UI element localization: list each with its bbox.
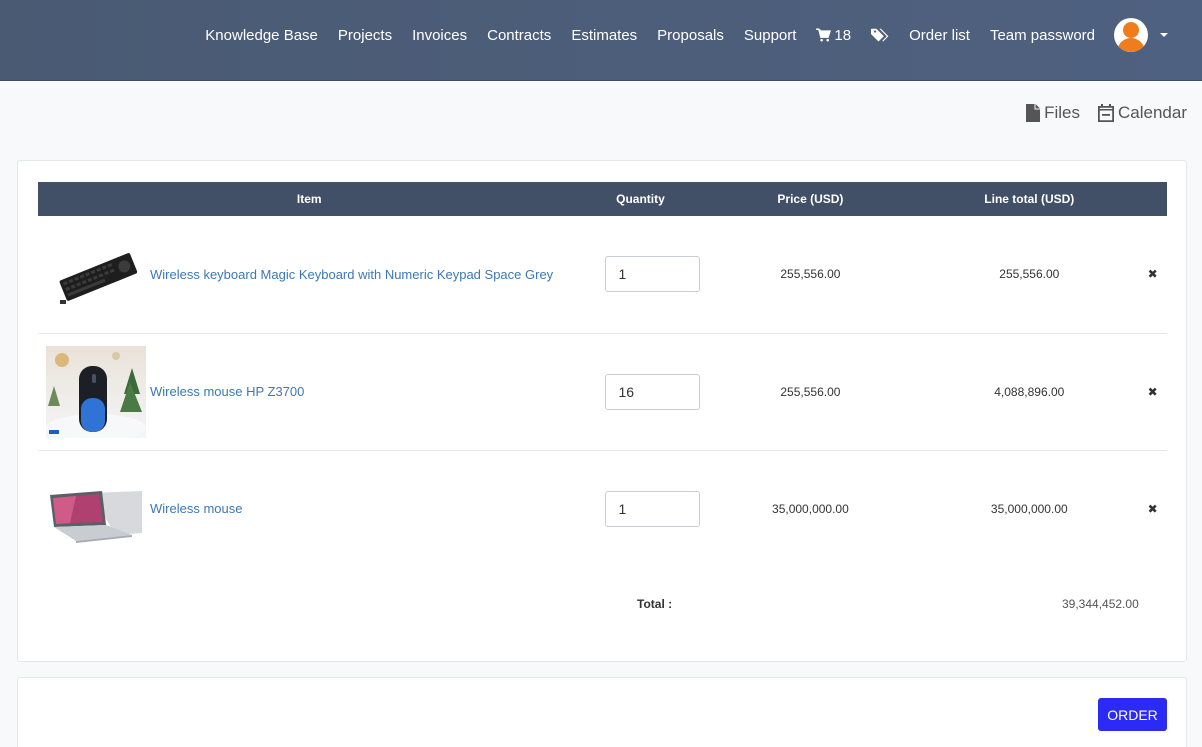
remove-icon[interactable]: ✖ bbox=[1138, 333, 1167, 451]
keyboard-image[interactable] bbox=[46, 228, 146, 321]
header-quantity: Quantity bbox=[580, 182, 701, 216]
remove-icon[interactable]: ✖ bbox=[1138, 216, 1167, 334]
nav-contracts[interactable]: Contracts bbox=[487, 27, 551, 44]
nav-items: Knowledge Base Projects Invoices Contrac… bbox=[205, 0, 1202, 70]
order-button[interactable]: ORDER bbox=[1098, 698, 1167, 731]
mouse-image[interactable] bbox=[46, 345, 146, 442]
laptop-image[interactable] bbox=[46, 462, 146, 555]
price-cell: 35,000,000.00 bbox=[772, 501, 849, 516]
item-name-link[interactable]: Wireless keyboard Magic Keyboard with Nu… bbox=[150, 267, 553, 282]
total-value: 39,344,452.00 bbox=[1062, 597, 1139, 611]
nav-projects[interactable]: Projects bbox=[338, 27, 392, 44]
table-row: Wireless mouse HP Z3700 255,556.00 4,088… bbox=[38, 333, 1167, 451]
line-total-cell: 35,000,000.00 bbox=[990, 501, 1068, 516]
top-navbar: Knowledge Base Projects Invoices Contrac… bbox=[0, 0, 1202, 81]
nav-proposals[interactable]: Proposals bbox=[657, 27, 724, 44]
calendar-label: Calendar bbox=[1118, 103, 1187, 122]
nav-tags[interactable] bbox=[871, 28, 889, 43]
table-row: Wireless mouse 35,000,000.00 35,000,000.… bbox=[38, 450, 1167, 567]
line-total-cell: 255,556.00 bbox=[920, 216, 1139, 334]
nav-team-password[interactable]: Team password bbox=[990, 27, 1095, 44]
item-cell: Wireless mouse HP Z3700 bbox=[38, 345, 580, 442]
calendar-link[interactable]: Calendar bbox=[1098, 103, 1187, 123]
price-cell: 255,556.00 bbox=[700, 216, 921, 334]
user-menu[interactable] bbox=[1114, 18, 1168, 52]
item-cell: Wireless mouse bbox=[38, 462, 580, 555]
total-row: Total : 39,344,452.00 bbox=[18, 597, 1188, 617]
nav-estimates[interactable]: Estimates bbox=[571, 27, 637, 44]
quantity-input[interactable] bbox=[605, 490, 701, 527]
calendar-icon bbox=[1098, 104, 1114, 122]
files-link[interactable]: Files bbox=[1026, 103, 1080, 123]
nav-invoices[interactable]: Invoices bbox=[412, 27, 467, 44]
header-line-total: Line total (USD) bbox=[920, 182, 1139, 216]
item-cell: Wireless keyboard Magic Keyboard with Nu… bbox=[38, 228, 580, 321]
sub-links: Files Calendar bbox=[1008, 103, 1187, 123]
line-total-cell: 4,088,896.00 bbox=[920, 333, 1139, 451]
cart-panel: Item Quantity Price (USD) Line total (US… bbox=[17, 160, 1187, 662]
header-item: Item bbox=[38, 182, 581, 216]
header-price: Price (USD) bbox=[700, 182, 921, 216]
quantity-input[interactable] bbox=[605, 373, 701, 410]
avatar bbox=[1114, 18, 1148, 52]
nav-order-list[interactable]: Order list bbox=[909, 27, 970, 44]
nav-support[interactable]: Support bbox=[744, 27, 797, 44]
files-label: Files bbox=[1044, 103, 1080, 122]
price-cell: 255,556.00 bbox=[700, 333, 921, 451]
tags-icon bbox=[871, 28, 889, 41]
order-panel: ORDER bbox=[17, 677, 1187, 747]
total-label: Total : bbox=[637, 597, 673, 611]
table-header-row: Item Quantity Price (USD) Line total (US… bbox=[38, 182, 1167, 216]
chevron-down-icon bbox=[1160, 33, 1168, 37]
cart-count: 18 bbox=[834, 26, 852, 44]
header-remove bbox=[1138, 182, 1167, 216]
cart-icon bbox=[816, 28, 832, 42]
quantity-input[interactable] bbox=[605, 256, 701, 293]
item-name-link[interactable]: Wireless mouse HP Z3700 bbox=[150, 384, 304, 399]
item-name-link[interactable]: Wireless mouse bbox=[150, 501, 242, 516]
table-row: Wireless keyboard Magic Keyboard with Nu… bbox=[38, 216, 1167, 334]
nav-cart[interactable]: 18 bbox=[816, 27, 851, 44]
remove-icon[interactable]: ✖ bbox=[1138, 450, 1167, 567]
nav-knowledge-base[interactable]: Knowledge Base bbox=[205, 27, 318, 44]
cart-table: Item Quantity Price (USD) Line total (US… bbox=[38, 182, 1167, 567]
file-icon bbox=[1026, 104, 1041, 122]
